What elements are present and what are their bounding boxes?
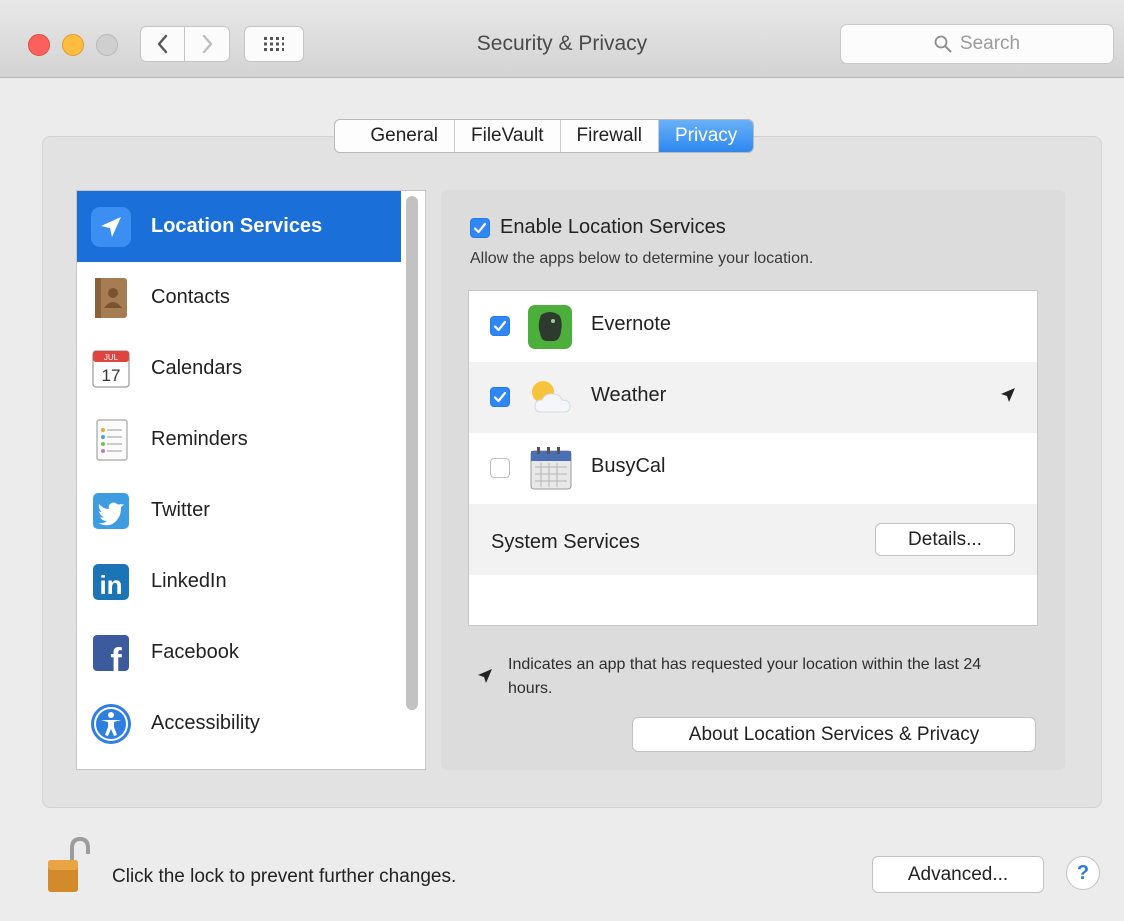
tab-firewall[interactable]: Firewall <box>561 120 659 152</box>
checkmark-icon <box>493 391 507 403</box>
sidebar-item-label: LinkedIn <box>151 570 227 592</box>
enable-location-services-row: Enable Location Services <box>470 216 726 239</box>
sidebar-item-label: Reminders <box>151 428 248 450</box>
calendar-icon: JUL 17 <box>92 349 130 388</box>
location-request-arrow-icon <box>1001 388 1015 402</box>
location-request-legend: Indicates an app that has requested your… <box>508 656 982 697</box>
system-services-label: System Services <box>491 531 640 553</box>
sidebar-item-label: Accessibility <box>151 712 260 734</box>
details-button[interactable]: Details... <box>875 523 1015 556</box>
location-request-arrow-icon <box>478 669 492 683</box>
weather-sun-cloud-icon <box>532 381 571 413</box>
tab-privacy[interactable]: Privacy <box>658 120 754 152</box>
sidebar-item-location-services[interactable]: Location Services <box>77 191 401 262</box>
facebook-icon: f <box>93 634 129 675</box>
sidebar-item-twitter[interactable]: Twitter <box>77 475 401 546</box>
linkedin-logo-letters: in <box>99 570 122 600</box>
calendar-icon-month: JUL <box>104 353 119 362</box>
sidebar-item-label: Facebook <box>151 641 239 663</box>
busycal-calendar-icon <box>530 447 572 490</box>
sidebar-item-linkedin[interactable]: in LinkedIn <box>77 546 401 617</box>
sidebar-item-label: Contacts <box>151 286 230 308</box>
sidebar-item-calendars[interactable]: JUL 17 Calendars <box>77 333 401 404</box>
evernote-checkbox[interactable] <box>490 316 510 336</box>
search-icon <box>934 35 952 53</box>
app-row-weather: Weather <box>469 362 1037 433</box>
tab-general[interactable]: General <box>335 120 455 152</box>
app-name: Evernote <box>591 313 672 335</box>
enable-location-services-label: Enable Location Services <box>500 216 726 238</box>
about-location-services-button[interactable]: About Location Services & Privacy <box>632 717 1036 752</box>
app-name: BusyCal <box>591 455 666 477</box>
contacts-book-icon <box>95 277 127 318</box>
search-placeholder: Search <box>959 33 1021 54</box>
calendar-icon-day: 17 <box>102 366 121 385</box>
app-row-busycal: BusyCal <box>469 433 1037 504</box>
twitter-bird-icon <box>93 492 129 529</box>
facebook-logo-letter: f <box>110 642 122 675</box>
app-row-evernote: Evernote <box>469 291 1037 362</box>
sidebar-item-accessibility[interactable]: Accessibility <box>77 688 401 759</box>
sidebar-item-contacts[interactable]: Contacts <box>77 262 401 333</box>
weather-checkbox[interactable] <box>490 387 510 407</box>
unlocked-padlock-icon[interactable] <box>46 836 90 894</box>
linkedin-icon: in <box>93 563 129 600</box>
sidebar-item-label: Calendars <box>151 357 243 379</box>
lock-status-text: Click the lock to prevent further change… <box>112 866 457 887</box>
checkmark-icon <box>493 320 507 332</box>
sidebar-item-reminders[interactable]: Reminders <box>77 404 401 475</box>
search-field[interactable]: Search <box>840 24 1114 64</box>
title-bar: Security & Privacy Search <box>0 0 1124 78</box>
privacy-category-list: Location Services Contacts JUL 17 Calend… <box>76 190 426 770</box>
reminders-list-icon <box>96 418 128 461</box>
tab-bar: General FileVault Firewall Privacy <box>334 119 755 153</box>
location-arrow-icon <box>91 206 131 247</box>
enable-location-services-checkbox[interactable] <box>470 217 490 238</box>
advanced-button[interactable]: Advanced... <box>872 856 1044 893</box>
sidebar-scrollbar[interactable] <box>406 196 418 710</box>
app-permission-list: Evernote Weather BusyCal System Services… <box>468 290 1038 626</box>
help-button[interactable]: ? <box>1066 856 1100 890</box>
sidebar-item-label: Location Services <box>151 215 323 237</box>
checkmark-icon <box>473 222 487 233</box>
evernote-elephant-icon <box>528 305 572 349</box>
tab-filevault[interactable]: FileVault <box>455 120 561 152</box>
app-name: Weather <box>591 384 667 406</box>
accessibility-icon <box>91 703 131 744</box>
sidebar-item-facebook[interactable]: f Facebook <box>77 617 401 688</box>
busycal-checkbox[interactable] <box>490 458 510 478</box>
sidebar-item-label: Twitter <box>151 499 210 521</box>
location-description: Allow the apps below to determine your l… <box>470 250 814 267</box>
security-privacy-window: Security & Privacy Search General FileVa… <box>0 0 1124 921</box>
